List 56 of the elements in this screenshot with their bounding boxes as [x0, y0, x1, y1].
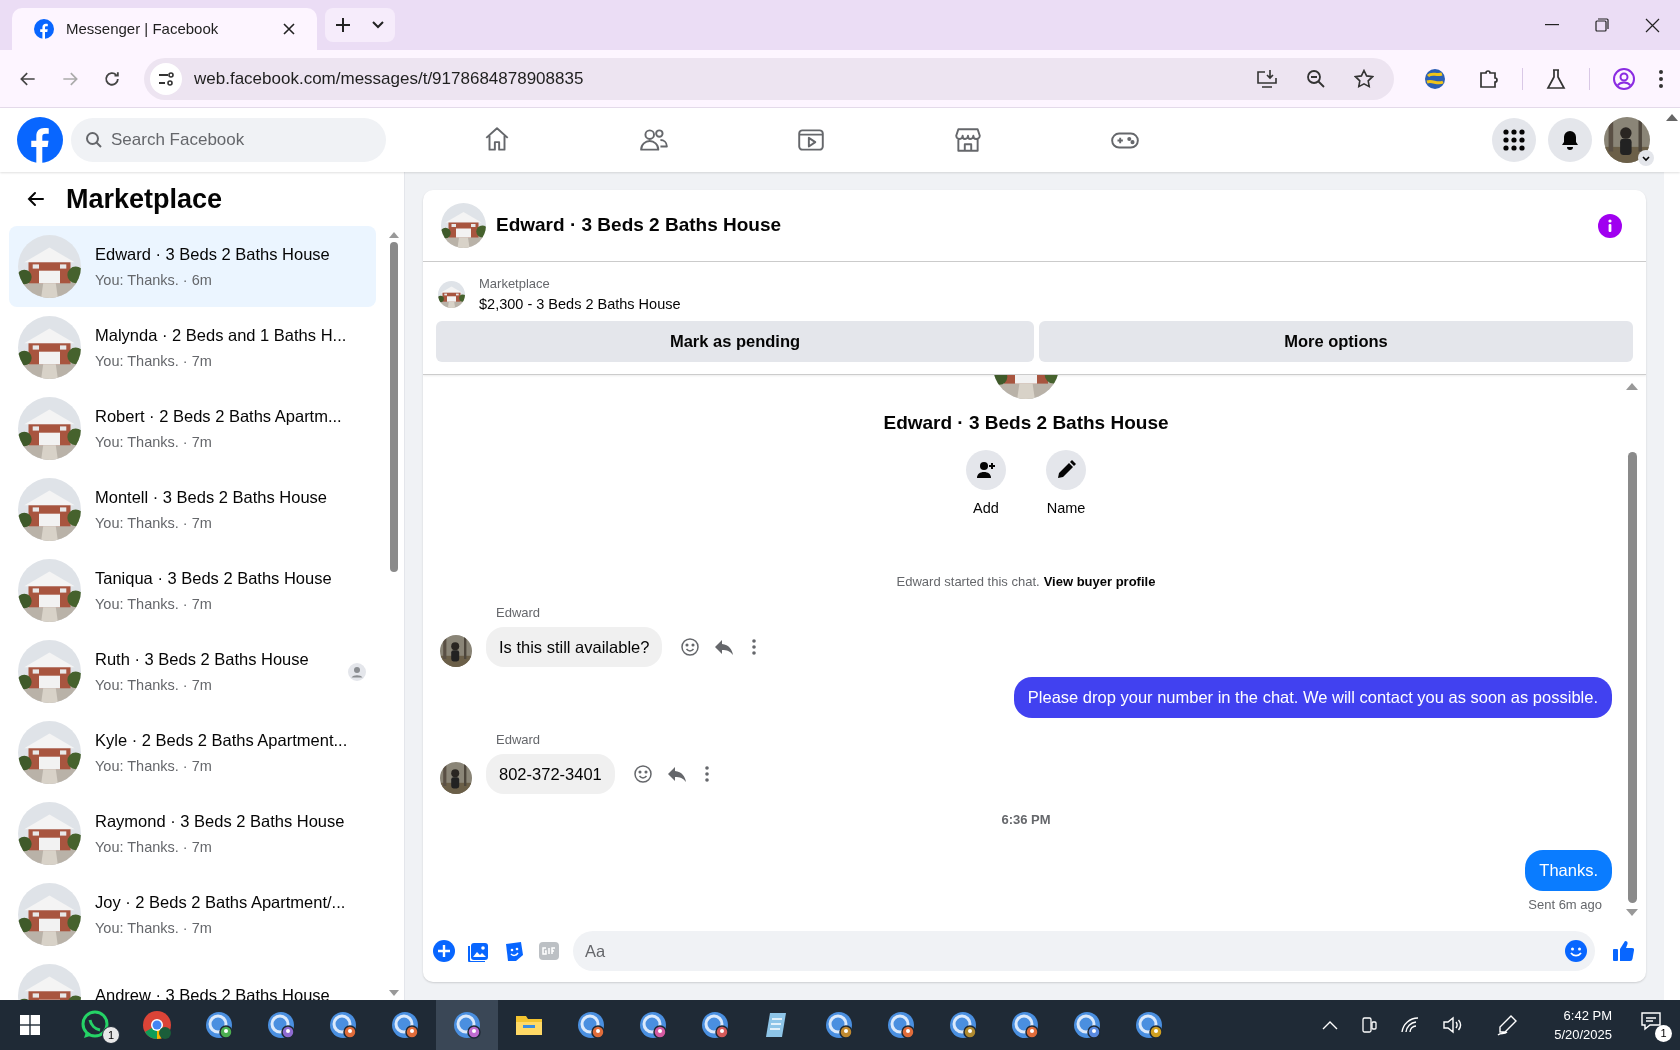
conversation-title: Taniqua · 3 Beds 2 Baths House	[95, 567, 333, 589]
conversation-preview: You: Thanks. · 7m	[95, 675, 213, 695]
listing-text: $2,300 - 3 Beds 2 Baths House	[479, 294, 681, 314]
message-bubble: Thanks.	[1525, 849, 1612, 891]
conversation-item[interactable]: Taniqua · 3 Beds 2 Baths House You: Thanks. · 7m	[9, 550, 376, 631]
timestamp: 6:36 PM	[1001, 811, 1051, 830]
url-text: web.facebook.com/messages/t/9178684878908835	[194, 67, 585, 90]
conversation-title: Montell · 3 Beds 2 Baths House	[95, 486, 329, 508]
message-field[interactable]: Aa	[573, 931, 1595, 971]
conversation-item[interactable]: Joy · 2 Beds 2 Baths Apartment/... You: Thanks. · 7m	[9, 874, 376, 955]
conversation-item[interactable]: Raymond · 3 Beds 2 Baths House You: Thanks. · 7m	[9, 793, 376, 874]
message-bubble: Is this still available?	[486, 626, 663, 668]
conversation-item[interactable]: Robert · 2 Beds 2 Baths Apartm... You: Thanks. · 7m	[9, 388, 376, 469]
conversation-title: Kyle · 2 Beds 2 Baths Apartment...	[95, 729, 349, 751]
clock-time: 6:42 PM	[1563, 1007, 1612, 1025]
conversation-title: Malynda · 2 Beds and 1 Baths H...	[95, 324, 348, 346]
conversation-preview: You: Thanks. · 7m	[95, 432, 213, 452]
message-bubble: Please drop your number in the chat. We will contact you as soon as possible.	[1013, 677, 1612, 718]
conversation-preview: You: Thanks. · 6m	[95, 270, 213, 290]
tab-title: Messenger | Facebook	[66, 18, 220, 39]
conversation-item[interactable]: Montell · 3 Beds 2 Baths House You: Thanks. · 7m	[9, 469, 376, 550]
profile-action-label: Add	[973, 498, 999, 518]
conversation-item[interactable]: Kyle · 2 Beds 2 Baths Apartment... You: Thanks. · 7m	[9, 712, 376, 793]
buyer-profile-link[interactable]: View buyer profile	[1043, 571, 1156, 591]
conversation-title: Edward · 3 Beds 2 Baths House	[95, 243, 331, 265]
conversation-preview: You: Thanks. · 7m	[95, 351, 213, 371]
clock-date: 5/20/2025	[1554, 1026, 1612, 1044]
action-button[interactable]: More options	[1039, 321, 1633, 363]
conversation-title: Ruth · 3 Beds 2 Baths House	[95, 648, 310, 670]
conversation-title: Raymond · 3 Beds 2 Baths House	[95, 810, 346, 832]
conversation-item[interactable]: Ruth · 3 Beds 2 Baths House You: Thanks. · 7m	[9, 631, 376, 712]
address-bar[interactable]: web.facebook.com/messages/t/9178684878908835	[144, 57, 1394, 100]
action-button[interactable]: Mark as pending	[436, 321, 1034, 363]
message-bubble: 802-372-3401	[486, 753, 615, 795]
sender-name: Edward	[496, 731, 542, 749]
sender-name: Edward	[496, 604, 542, 622]
conversation-preview: You: Thanks. · 7m	[95, 594, 213, 614]
chat-notice: Edward started this chat.	[896, 572, 1040, 591]
search-field[interactable]: Search Facebook	[71, 118, 386, 162]
message-status: Sent 6m ago	[1528, 895, 1602, 914]
profile-name: Edward · 3 Beds 2 Baths House	[883, 411, 1169, 436]
conversation-item[interactable]: Malynda · 2 Beds and 1 Baths H... You: Thanks. · 7m	[9, 307, 376, 388]
profile-action-label: Name	[1046, 498, 1086, 518]
listing-label: Marketplace	[479, 275, 551, 293]
conversation-preview: You: Thanks. · 7m	[95, 918, 213, 938]
conversation-preview: You: Thanks. · 7m	[95, 513, 213, 533]
chat-title: Edward · 3 Beds 2 Baths House	[496, 213, 783, 238]
conversation-preview: You: Thanks. · 7m	[95, 837, 213, 857]
notification-badge: 1	[1655, 1025, 1672, 1042]
browser-tab[interactable]: Messenger | Facebook	[12, 8, 317, 50]
conversation-title: Joy · 2 Beds 2 Baths Apartment/...	[95, 891, 347, 913]
conversation-item[interactable]: Edward · 3 Beds 2 Baths House You: Thanks. · 6m	[9, 226, 376, 307]
conversation-title: Robert · 2 Beds 2 Baths Apartm...	[95, 405, 343, 427]
sidebar-title: Marketplace	[66, 182, 223, 216]
conversation-preview: You: Thanks. · 7m	[95, 756, 213, 776]
notification-badge: 1	[102, 1026, 120, 1044]
